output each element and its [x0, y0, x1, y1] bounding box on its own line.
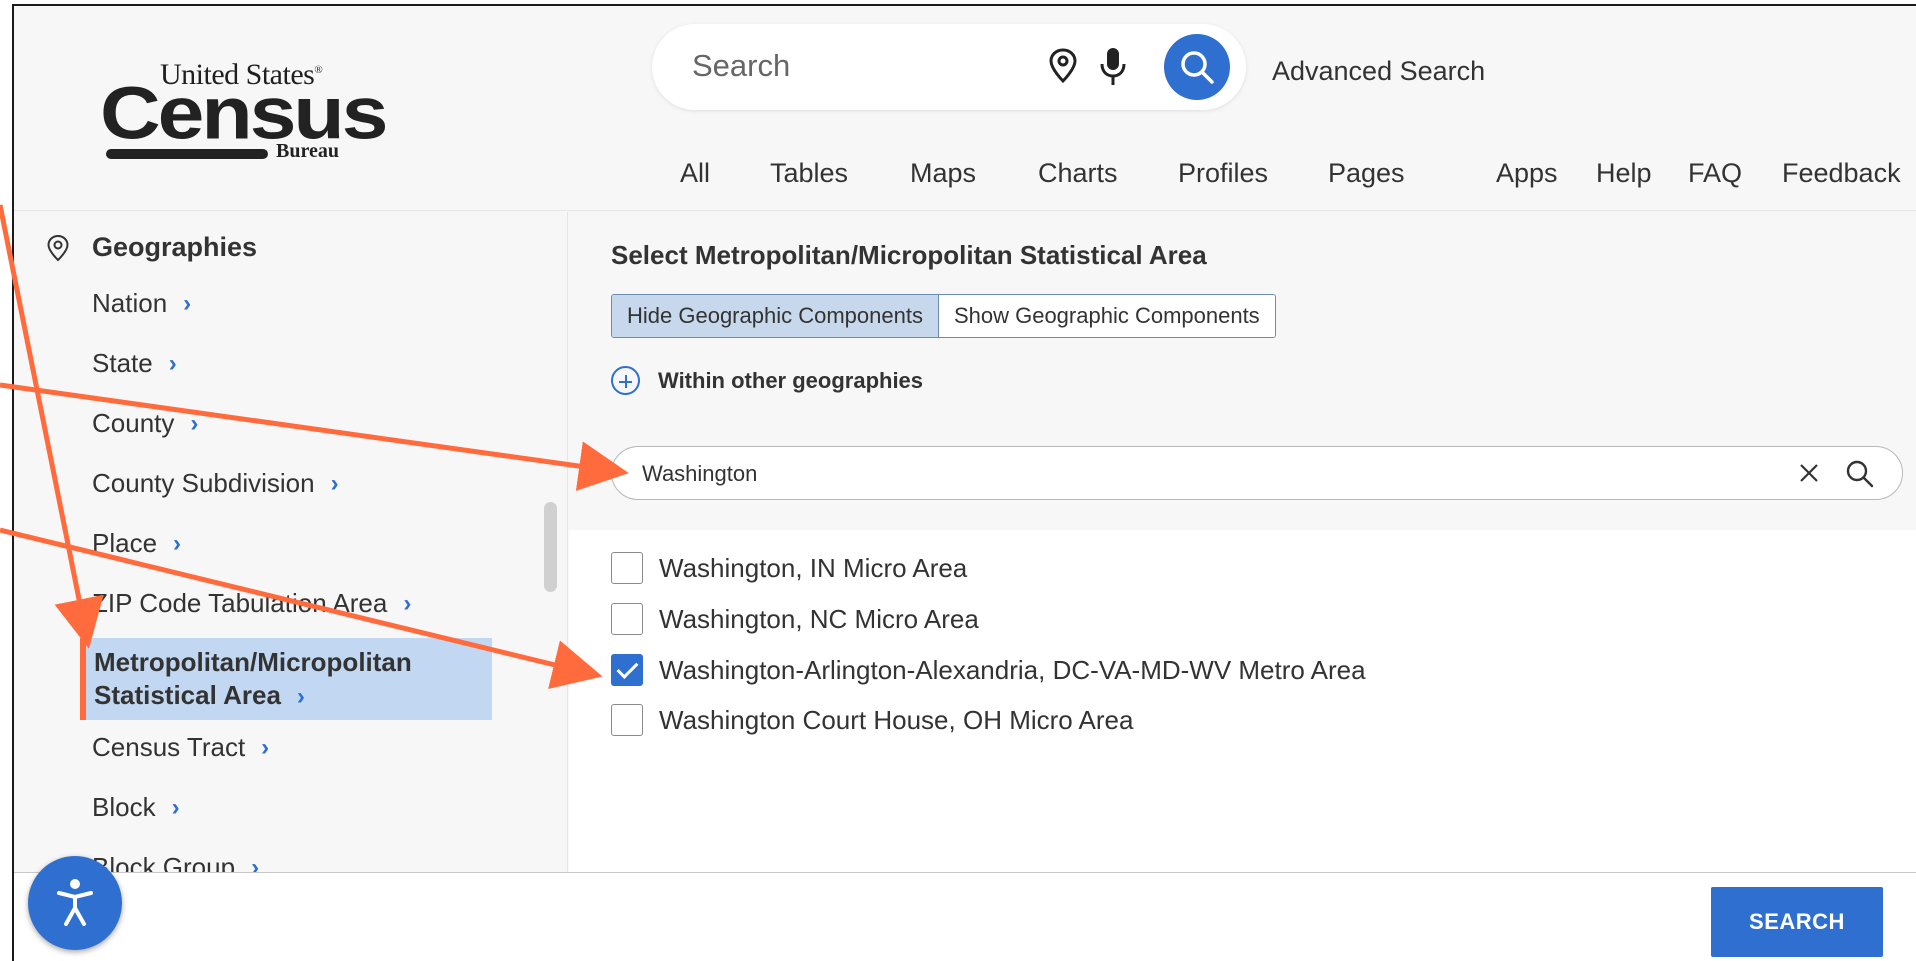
hide-components-button[interactable]: Hide Geographic Components	[612, 295, 939, 337]
logo-line2: Census	[100, 71, 388, 155]
geographies-sidebar: Geographies Nation › State › County › Count…	[14, 212, 568, 872]
search-icon[interactable]	[1845, 459, 1875, 489]
accessibility-button[interactable]	[28, 856, 122, 950]
nav-maps[interactable]: Maps	[910, 158, 976, 189]
nav-profiles[interactable]: Profiles	[1178, 158, 1268, 189]
chevron-right-icon: ›	[251, 853, 260, 873]
nav-apps[interactable]: Apps	[1496, 158, 1558, 189]
result-option[interactable]: Washington Court House, OH Micro Area	[611, 704, 1133, 736]
chevron-right-icon: ›	[261, 733, 270, 761]
components-toggle: Hide Geographic Components Show Geograph…	[611, 294, 1276, 338]
selection-panel: Select Metropolitan/Micropolitan Statist…	[569, 212, 1916, 872]
sidebar-item-place[interactable]: Place ›	[92, 528, 181, 559]
microphone-icon[interactable]	[1099, 46, 1127, 88]
plus-circle-icon	[611, 366, 640, 395]
option-checkbox-checked[interactable]	[611, 654, 643, 686]
filter-input[interactable]	[642, 459, 1742, 489]
results-list: Washington, IN Micro Area Washington, NC…	[569, 530, 1916, 872]
map-pin-icon[interactable]	[1048, 48, 1078, 84]
sidebar-item-label-line2: Statistical Area	[94, 680, 281, 710]
result-option[interactable]: Washington, IN Micro Area	[611, 552, 967, 584]
chevron-right-icon: ›	[168, 349, 177, 377]
nav-charts[interactable]: Charts	[1038, 158, 1118, 189]
action-footer: SEARCH	[14, 872, 1916, 961]
map-pin-icon	[47, 234, 69, 261]
sidebar-item-metro-micro-area[interactable]: Metropolitan/Micropolitan Statistical Ar…	[80, 638, 492, 720]
sidebar-item-zip-code[interactable]: ZIP Code Tabulation Area ›	[92, 588, 411, 619]
result-option[interactable]: Washington-Arlington-Alexandria, DC-VA-M…	[611, 654, 1366, 686]
nav-feedback[interactable]: Feedback	[1782, 158, 1901, 189]
chevron-right-icon: ›	[171, 793, 180, 821]
clear-icon[interactable]	[1797, 461, 1821, 485]
search-button[interactable]: SEARCH	[1711, 887, 1883, 957]
nav-all[interactable]: All	[680, 158, 710, 189]
chevron-right-icon: ›	[330, 469, 339, 497]
nav-faq[interactable]: FAQ	[1688, 158, 1742, 189]
chevron-right-icon: ›	[190, 409, 199, 437]
geography-filter	[611, 446, 1903, 500]
sidebar-item-census-tract[interactable]: Census Tract ›	[92, 732, 269, 763]
sidebar-item-state[interactable]: State ›	[92, 348, 177, 379]
census-logo[interactable]: United States® Census Bureau	[100, 54, 388, 164]
within-geographies-toggle[interactable]: Within other geographies	[611, 366, 923, 395]
accessibility-icon	[57, 879, 93, 926]
search-icon	[1181, 51, 1214, 84]
logo-bar	[106, 149, 268, 159]
search-input[interactable]	[692, 46, 1032, 86]
chevron-right-icon: ›	[296, 683, 305, 710]
sidebar-item-block-group[interactable]: Block Group ›	[92, 852, 259, 872]
sidebar-item-nation[interactable]: Nation ›	[92, 288, 191, 319]
chevron-right-icon: ›	[183, 289, 192, 317]
sidebar-item-county[interactable]: County ›	[92, 408, 198, 439]
option-checkbox[interactable]	[611, 552, 643, 584]
show-components-button[interactable]: Show Geographic Components	[938, 295, 1275, 337]
advanced-search-link[interactable]: Advanced Search	[1272, 56, 1485, 87]
option-checkbox[interactable]	[611, 704, 643, 736]
nav-tables[interactable]: Tables	[770, 158, 848, 189]
global-search	[652, 24, 1246, 110]
chevron-right-icon: ›	[403, 589, 412, 617]
sidebar-item-label-line1: Metropolitan/Micropolitan	[94, 647, 412, 677]
sidebar-item-county-subdivision[interactable]: County Subdivision ›	[92, 468, 339, 499]
geographies-heading: Geographies	[46, 232, 257, 263]
result-option[interactable]: Washington, NC Micro Area	[611, 603, 979, 635]
chevron-right-icon: ›	[173, 529, 182, 557]
site-header: United States® Census Bureau Search Adva…	[14, 6, 1916, 211]
nav-help[interactable]: Help	[1596, 158, 1652, 189]
search-submit-button[interactable]	[1164, 34, 1230, 100]
sidebar-scrollbar[interactable]	[544, 502, 557, 592]
nav-pages[interactable]: Pages	[1328, 158, 1405, 189]
census-window: United States® Census Bureau Search Adva…	[12, 4, 1916, 961]
logo-line3: Bureau	[276, 140, 339, 162]
panel-title: Select Metropolitan/Micropolitan Statist…	[611, 240, 1207, 270]
sidebar-item-block[interactable]: Block ›	[92, 792, 180, 823]
option-checkbox[interactable]	[611, 603, 643, 635]
